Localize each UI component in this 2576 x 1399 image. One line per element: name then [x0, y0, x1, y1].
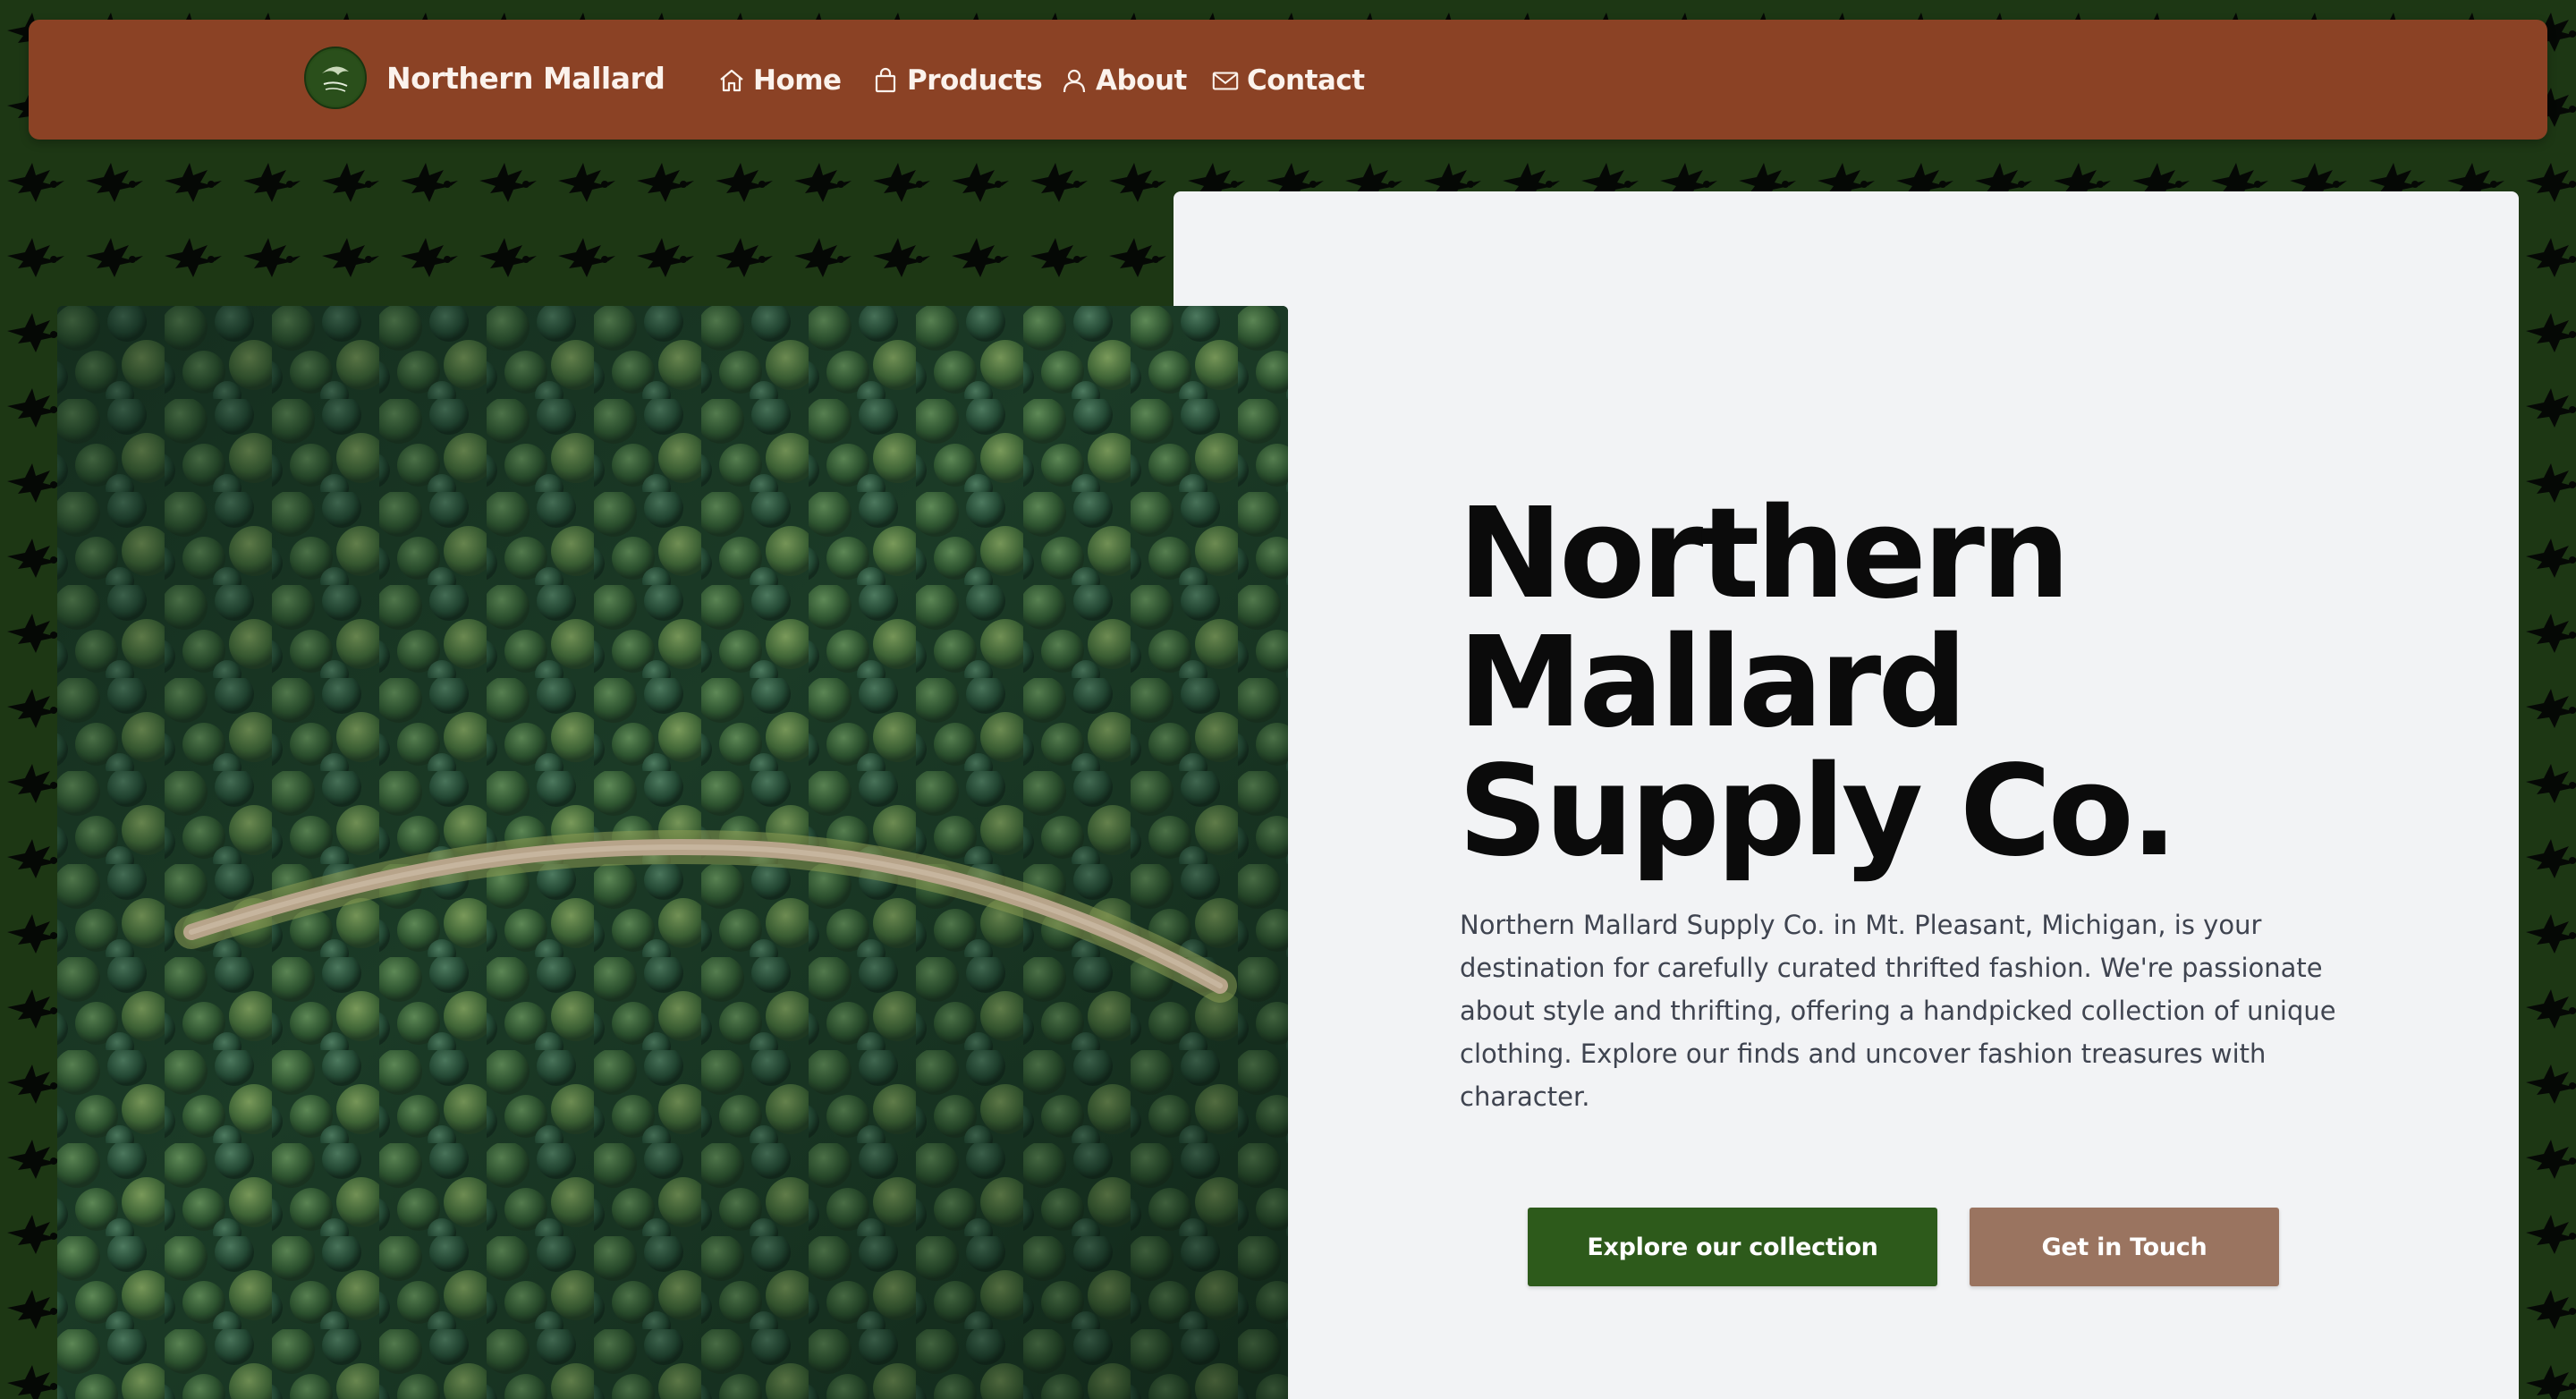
aerial-forest-road-image	[57, 306, 1288, 1399]
nav-home-link[interactable]: Home	[717, 63, 842, 98]
mail-icon	[1211, 66, 1240, 95]
nav-about-link[interactable]: About	[1060, 63, 1187, 98]
shopping-bag-icon	[871, 66, 900, 95]
nav-home-label: Home	[753, 64, 842, 97]
nav-products-link[interactable]: Products	[871, 63, 1043, 98]
brand-name[interactable]: Northern Mallard	[386, 61, 665, 96]
hero-description: Northern Mallard Supply Co. in Mt. Pleas…	[1460, 910, 2336, 1112]
nav-products-label: Products	[907, 64, 1043, 97]
nav-contact-link[interactable]: Contact	[1211, 63, 1365, 98]
explore-collection-button[interactable]: Explore our collection	[1528, 1208, 1937, 1286]
mallard-logo-icon[interactable]	[304, 47, 367, 109]
hero-title: Northern Mallard Supply Co.	[1458, 481, 2178, 885]
home-icon	[717, 66, 746, 95]
nav-about-label: About	[1096, 64, 1187, 97]
nav-contact-label: Contact	[1247, 64, 1365, 97]
user-icon	[1060, 66, 1089, 95]
get-in-touch-button[interactable]: Get in Touch	[1970, 1208, 2279, 1286]
